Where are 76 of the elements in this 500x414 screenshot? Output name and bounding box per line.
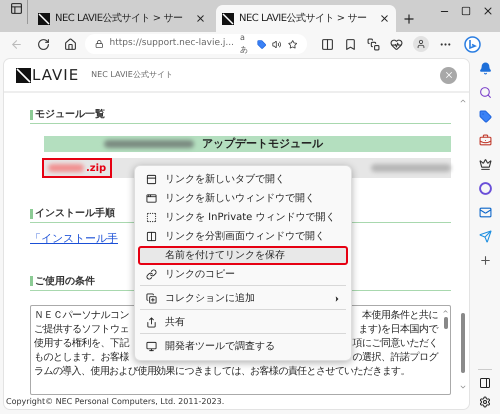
bell-icon[interactable] <box>478 62 492 75</box>
brand-name: LAVIE <box>32 64 80 86</box>
profile-icon[interactable] <box>413 36 429 52</box>
collections-icon[interactable] <box>367 38 380 50</box>
reader-label[interactable]: aあ <box>240 32 251 56</box>
lock-icon <box>95 39 104 49</box>
star-icon[interactable] <box>288 38 297 50</box>
split-screen-icon[interactable] <box>321 38 334 50</box>
tag-icon[interactable] <box>478 110 492 123</box>
menu-item[interactable]: リンクを新しいタブで開く <box>138 170 348 189</box>
scroll-down-icon[interactable] <box>459 383 467 391</box>
copyright-text: Copyright© NEC Personal Computers, Ltd. 2011-2023. <box>6 396 224 408</box>
tag-icon[interactable] <box>256 38 266 50</box>
site-name: NEC LAVIE公式サイト <box>91 69 173 81</box>
tab-actions-icon[interactable] <box>10 2 23 14</box>
favicon-icon <box>38 12 50 24</box>
menu-item[interactable]: 開発者ツールで調査する <box>138 337 348 356</box>
menu-item[interactable]: リンクを InPrivate ウィンドウで開く <box>138 208 348 227</box>
new-tab-icon[interactable] <box>402 12 416 26</box>
terms-text: ＮＥＣパーソナルコン <box>34 309 129 323</box>
menu-item[interactable]: リンクを分割画面ウィンドウで開く <box>138 227 348 246</box>
scroll-up-icon[interactable] <box>459 97 467 105</box>
terms-text: ものとします。お客様 <box>34 350 129 365</box>
menu-item[interactable]: 共有 <box>138 313 348 337</box>
section-heading: モジュール一覧 <box>35 108 105 122</box>
refresh-icon[interactable] <box>37 38 50 50</box>
search-icon[interactable] <box>478 86 492 99</box>
close-icon <box>444 70 454 80</box>
menu-item[interactable]: コレクションに追加 <box>138 289 348 313</box>
maximize-icon[interactable] <box>461 6 471 16</box>
terms-text: 項にご同意いただく <box>352 336 438 351</box>
monitor-icon <box>146 341 156 352</box>
window-icon <box>146 193 156 204</box>
briefcase-icon[interactable] <box>478 134 492 147</box>
terms-text: ラムの導入、使用および使用効果につきましては、お客様の責任とさせていただきます。 <box>34 364 410 379</box>
logo-icon <box>16 68 31 82</box>
browser-tab[interactable]: NEC LAVIE公式サイト > サー <box>32 5 212 32</box>
section-heading: ご使用の条件 <box>35 274 95 288</box>
crown-icon[interactable] <box>478 158 492 171</box>
browser-tab[interactable]: NEC LAVIE公式サイト > サー <box>216 5 396 32</box>
scroll-up-icon[interactable] <box>442 308 449 314</box>
close-tab-icon[interactable] <box>379 13 390 24</box>
split-icon <box>146 231 156 242</box>
terms-text: ます)を日本国内で <box>358 322 438 337</box>
collection-add-icon <box>146 293 156 304</box>
menu-item[interactable]: 名前を付けてリンクを保存 <box>138 246 348 265</box>
terms-text: の選択、許諾プログ <box>352 350 438 365</box>
chat-bubble-icon[interactable] <box>464 36 481 52</box>
link-icon <box>146 269 156 280</box>
sidebar-toggle-icon[interactable] <box>479 377 491 389</box>
add-icon[interactable] <box>478 254 492 267</box>
bookmark-icon[interactable] <box>344 38 357 50</box>
tab-icon <box>146 174 156 185</box>
section-heading: インストール手順 <box>35 206 115 221</box>
private-window-icon <box>146 212 156 223</box>
home-icon[interactable] <box>64 38 77 50</box>
favicon-icon <box>222 12 234 24</box>
ring-icon[interactable] <box>478 182 492 195</box>
terms-text: 本使用条件と共に <box>362 308 438 323</box>
send-icon[interactable] <box>478 230 492 243</box>
table-header: アップデートモジュール <box>44 136 451 152</box>
terms-text: 使用する権利を、下記 <box>34 336 129 351</box>
menu-item[interactable]: リンクを新しいウィンドウで開く <box>138 189 348 208</box>
settings-icon[interactable] <box>479 396 491 408</box>
terms-text: ご提供するソフトウェ <box>34 323 129 337</box>
menu-item[interactable]: リンクのコピー <box>138 265 348 289</box>
file-link[interactable]: .zip <box>42 158 112 178</box>
close-window-icon[interactable] <box>482 5 494 17</box>
blurred-text <box>48 164 84 172</box>
share-icon <box>146 317 156 328</box>
close-tab-icon[interactable] <box>195 13 206 24</box>
install-link[interactable]: 「インストール手 <box>30 231 118 248</box>
heart-icon[interactable] <box>390 38 403 50</box>
mail-icon[interactable] <box>478 206 492 219</box>
submenu-arrow-icon <box>333 294 341 302</box>
read-aloud-icon[interactable] <box>272 38 282 50</box>
